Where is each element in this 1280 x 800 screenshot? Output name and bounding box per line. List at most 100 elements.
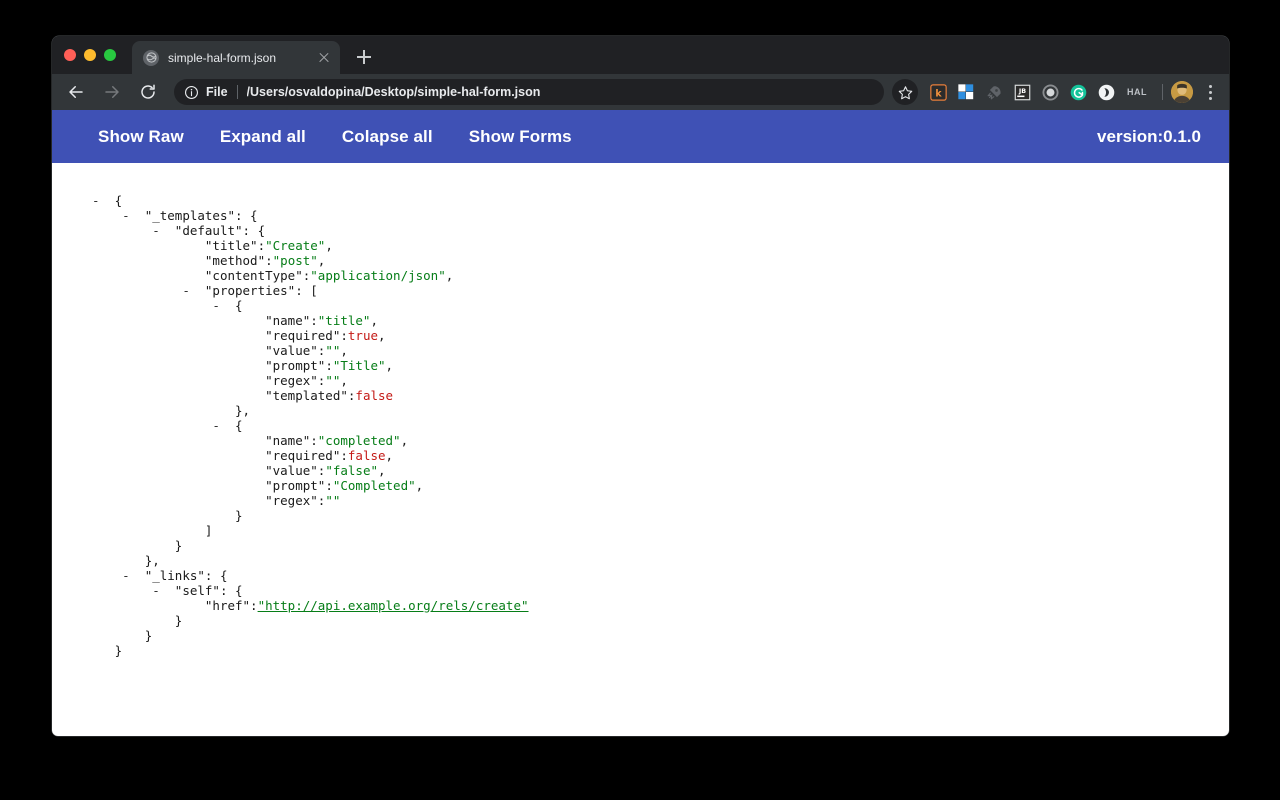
json-no-toggle [243,493,266,508]
json-indent [92,313,243,328]
json-indent [92,463,243,478]
kotlin-extension-icon[interactable]: k [924,78,952,106]
browser-tab[interactable]: simple-hal-form.json [132,41,340,74]
json-punctuation: : [310,433,318,448]
json-no-toggle [243,433,266,448]
collapse-toggle-icon[interactable]: - [182,283,205,298]
back-arrow-icon[interactable] [62,78,90,106]
json-string-value: "" [325,493,340,508]
json-indent [92,223,152,238]
reload-icon[interactable] [134,78,162,106]
close-icon[interactable] [316,50,332,66]
json-no-toggle [243,448,266,463]
json-punctuation: , [416,478,424,493]
json-link-value[interactable]: "http://api.example.org/rels/create" [258,598,529,613]
maximize-window-button[interactable] [104,49,116,61]
json-key: "_links" [145,568,205,583]
ring-extension-icon[interactable] [1036,78,1064,106]
collapse-toggle-icon[interactable]: - [122,568,145,583]
json-line: } [52,643,1229,658]
json-line: } [52,538,1229,553]
jetbrains-extension-icon[interactable]: JB [1008,78,1036,106]
json-boolean-value: false [355,388,393,403]
forward-arrow-icon[interactable] [98,78,126,106]
json-indent [92,208,122,223]
json-punctuation: : { [220,583,243,598]
rocket-extension-icon[interactable] [980,78,1008,106]
json-punctuation: , [401,433,409,448]
json-string-value: "application/json" [310,268,445,283]
json-indent [92,583,152,598]
json-key: "_templates" [145,208,235,223]
moon-extension-icon[interactable] [1092,78,1120,106]
omnibox-divider [237,85,238,99]
json-no-toggle [122,553,145,568]
json-line: - "default": { [52,223,1229,238]
json-indent [92,358,243,373]
browser-window: simple-hal-form.json [52,36,1229,736]
json-viewer: - { - "_templates": { - "default": { "ti… [52,163,1229,658]
three-dot-menu-icon[interactable] [1199,78,1221,106]
collapse-all-link[interactable]: Colapse all [324,127,451,147]
collapse-toggle-icon[interactable]: - [152,223,175,238]
json-punctuation: , [318,253,326,268]
squares-extension-icon[interactable] [952,78,980,106]
json-punctuation: : [325,358,333,373]
json-no-toggle [212,508,235,523]
json-line: "contentType":"application/json", [52,268,1229,283]
json-key: "name" [265,433,310,448]
json-line: "name":"completed", [52,433,1229,448]
show-forms-link[interactable]: Show Forms [451,127,590,147]
json-punctuation: : [258,238,266,253]
json-indent [92,538,152,553]
json-key: "templated" [265,388,348,403]
json-no-toggle [243,313,266,328]
minimize-window-button[interactable] [84,49,96,61]
json-punctuation: : [340,448,348,463]
json-no-toggle [152,613,175,628]
avatar[interactable] [1171,81,1193,103]
json-line: "href":"http://api.example.org/rels/crea… [52,598,1229,613]
json-line: - "_templates": { [52,208,1229,223]
star-icon[interactable] [892,79,918,105]
json-punctuation: } [115,643,123,658]
grammarly-extension-icon[interactable] [1064,78,1092,106]
collapse-toggle-icon[interactable]: - [122,208,145,223]
json-key: "self" [175,583,220,598]
json-indent [92,493,243,508]
json-punctuation: { [115,193,123,208]
plus-icon[interactable] [350,43,378,71]
json-line: "value":"false", [52,463,1229,478]
json-punctuation: : [265,253,273,268]
json-string-value: "completed" [318,433,401,448]
json-key: "contentType" [205,268,303,283]
extension-icons: k J [924,78,1221,106]
collapse-toggle-icon[interactable]: - [212,418,235,433]
collapse-toggle-icon[interactable]: - [92,193,115,208]
url-text: /Users/osvaldopina/Desktop/simple-hal-fo… [247,85,541,99]
json-line: - { [52,298,1229,313]
collapse-toggle-icon[interactable]: - [212,298,235,313]
json-punctuation: , [378,463,386,478]
json-indent [92,553,122,568]
json-punctuation: , [340,343,348,358]
json-string-value: "false" [325,463,378,478]
json-string-value: "" [325,373,340,388]
json-indent [92,433,243,448]
address-bar[interactable]: File /Users/osvaldopina/Desktop/simple-h… [174,79,884,105]
svg-text:k: k [935,88,942,99]
info-circle-icon[interactable] [184,85,199,100]
json-key: "name" [265,313,310,328]
json-line: "required":true, [52,328,1229,343]
json-no-toggle [182,253,205,268]
profile-name-label[interactable]: HAL [1120,87,1154,97]
close-window-button[interactable] [64,49,76,61]
json-no-toggle [152,538,175,553]
show-raw-link[interactable]: Show Raw [80,127,202,147]
collapse-toggle-icon[interactable]: - [152,583,175,598]
json-indent [92,613,152,628]
json-line: "title":"Create", [52,238,1229,253]
json-no-toggle [92,643,115,658]
expand-all-link[interactable]: Expand all [202,127,324,147]
json-string-value: "post" [273,253,318,268]
